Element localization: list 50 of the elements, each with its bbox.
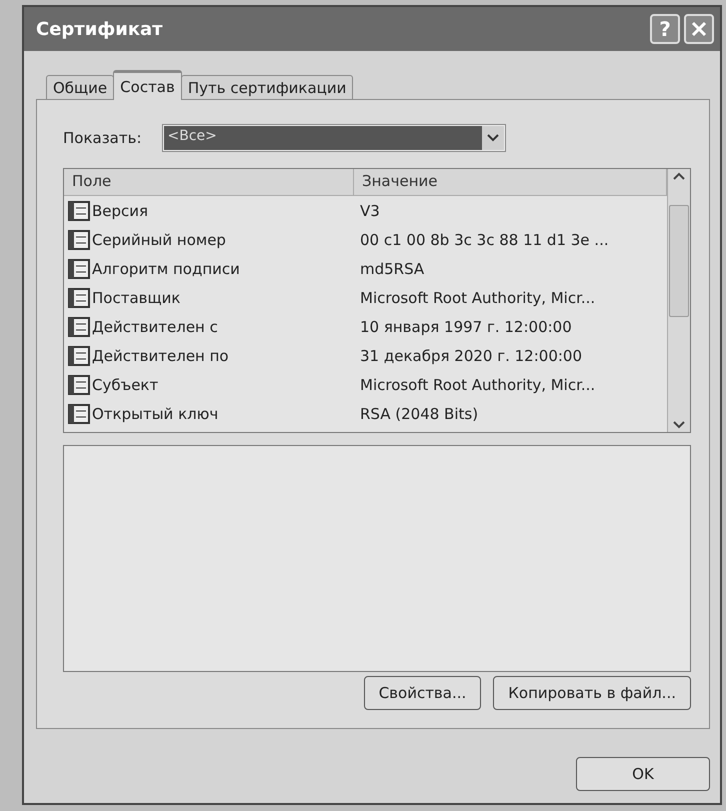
close-button[interactable] [684,14,714,44]
field-value: 31 декабря 2020 г. 12:00:00 [359,346,583,364]
field-name: Открытый ключ [92,404,218,422]
field-icon [68,200,90,222]
field-name: Алгоритм подписи [92,260,240,278]
field-icon [68,286,90,308]
show-dropdown[interactable]: <Все> [162,124,506,152]
column-header[interactable]: Поле [64,169,354,195]
table-row[interactable]: Открытый ключ RSA (2048 Bits) [64,399,667,428]
scroll-up-icon[interactable] [672,171,686,181]
field-value: md5RSA [359,260,426,278]
close-icon [691,21,707,37]
tab[interactable]: Состав [113,70,182,100]
field-value: RSA (2048 Bits) [359,404,480,422]
scroll-thumb[interactable] [669,204,689,316]
table-row[interactable]: Действителен с 10 января 1997 г. 12:00:00 [64,312,667,341]
show-label: Показать: [63,129,142,147]
field-name: Субъект [92,376,158,394]
action-button[interactable]: Свойства... [364,676,482,710]
field-value: Microsoft Root Authority, Micr... [359,376,596,394]
ok-button[interactable]: OK [576,757,710,791]
window-title: Сертификат [36,18,163,40]
table-row[interactable]: Версия V3 [64,196,667,225]
help-button[interactable]: ? [650,14,680,44]
field-name: Действителен с [92,318,218,336]
field-name: Версия [92,202,148,220]
field-value: Microsoft Root Authority, Micr... [359,288,596,306]
table-row[interactable]: Действителен по 31 декабря 2020 г. 12:00:00 [64,341,667,370]
field-name: Действителен по [92,346,229,364]
scrollbar[interactable] [667,169,690,432]
tab[interactable]: Путь сертификации [180,75,354,99]
action-button[interactable]: Копировать в файл... [493,676,691,710]
field-icon [68,402,90,424]
field-icon [68,374,90,396]
table-row[interactable]: Субъект Microsoft Root Authority, Micr... [64,370,667,399]
field-value: V3 [359,202,381,220]
field-icon [68,258,90,280]
field-name: Серийный номер [92,230,226,248]
field-value: 00 c1 00 8b 3c 3c 88 11 d1 3e ... [359,230,610,248]
table-row[interactable]: Алгоритм подписи md5RSA [64,254,667,283]
field-name: Поставщик [92,288,180,306]
field-icon [68,316,90,338]
scroll-down-icon[interactable] [672,420,686,430]
table-row[interactable]: Поставщик Microsoft Root Authority, Micr... [64,283,667,312]
field-icon [68,344,90,366]
tab[interactable]: Общие [46,75,114,99]
field-icon [68,228,90,250]
caret-icon [486,134,499,142]
table-row[interactable]: Серийный номер 00 c1 00 8b 3c 3c 88 11 d1 3e ... [64,225,667,254]
field-value: 10 января 1997 г. 12:00:00 [359,318,573,336]
